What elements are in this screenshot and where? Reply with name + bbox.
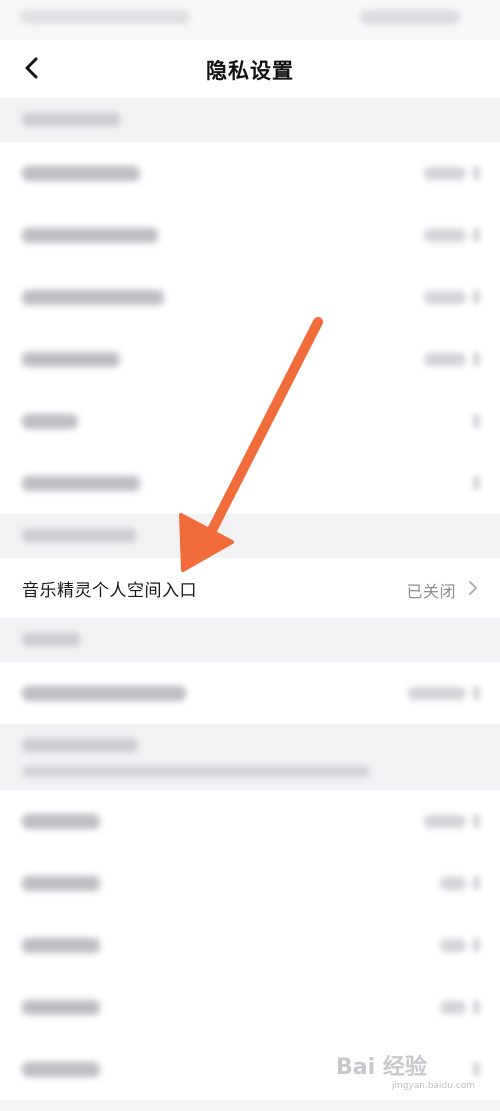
row-label-blurred (22, 352, 120, 367)
row-label-blurred (22, 228, 158, 243)
settings-list: 音乐精灵个人空间入口 已关闭 (0, 98, 500, 1100)
section-header-blurred (0, 618, 500, 662)
row-value-blurred (440, 877, 466, 890)
chevron-right-icon (473, 1000, 480, 1014)
row-label-blurred (22, 290, 164, 305)
chevron-right-icon (473, 352, 480, 366)
row-label-blurred (22, 686, 186, 701)
nav-header: 隐私设置 (0, 40, 500, 98)
section-title-blurred (22, 633, 80, 646)
row-value-blurred (424, 229, 466, 242)
baidu-jingyan-watermark: Bai 经验 jingyan.baidu.com (336, 1047, 476, 1099)
row-value-blurred (408, 687, 466, 700)
status-carrier-blurred (20, 10, 190, 24)
section-title-blurred (22, 529, 136, 542)
row-value-blurred (424, 815, 466, 828)
section-header-blurred (0, 514, 500, 558)
section-header-blurred (0, 724, 500, 790)
settings-row-blurred[interactable] (0, 204, 500, 266)
row-label-blurred (22, 414, 78, 429)
settings-row-blurred[interactable] (0, 790, 500, 852)
chevron-right-icon (473, 814, 480, 828)
row-value-blurred (440, 1001, 466, 1014)
chevron-right-icon (473, 876, 480, 890)
row-label-blurred (22, 938, 100, 953)
chevron-right-icon (473, 228, 480, 242)
status-bar (0, 0, 500, 40)
section-title-blurred (22, 739, 138, 752)
music-sprite-space-entry-label: 音乐精灵个人空间入口 (22, 581, 197, 601)
privacy-settings-page: 隐私设置 音乐精灵个人空间入口 已关闭 Bai 经验 jingyan.baidu… (0, 0, 500, 1111)
chevron-right-icon (473, 166, 480, 180)
chevron-right-icon (473, 414, 480, 428)
settings-row-blurred[interactable] (0, 852, 500, 914)
settings-row-blurred[interactable] (0, 142, 500, 204)
row-label-blurred (22, 1062, 100, 1077)
chevron-right-icon (473, 938, 480, 952)
chevron-right-icon (473, 290, 480, 304)
row-label-blurred (22, 476, 140, 491)
row-label-blurred (22, 166, 140, 181)
row-value-blurred (440, 939, 466, 952)
music-sprite-space-entry-row[interactable]: 音乐精灵个人空间入口 已关闭 (0, 558, 500, 618)
row-label-blurred (22, 876, 100, 891)
settings-row-blurred[interactable] (0, 662, 500, 724)
settings-row-blurred[interactable] (0, 914, 500, 976)
chevron-right-icon (473, 476, 480, 490)
section-title-blurred (22, 113, 120, 126)
row-label-blurred (22, 814, 100, 829)
settings-row-blurred[interactable] (0, 390, 500, 452)
music-sprite-space-entry-status: 已关闭 (406, 582, 456, 601)
section-description-blurred (22, 766, 370, 777)
status-battery-blurred (360, 10, 460, 24)
watermark-text: Bai 经验 (336, 1055, 427, 1080)
watermark-url: jingyan.baidu.com (392, 1081, 476, 1091)
page-title: 隐私设置 (206, 59, 294, 83)
section-header-blurred (0, 98, 500, 142)
settings-row-blurred[interactable] (0, 328, 500, 390)
chevron-right-icon (469, 581, 477, 595)
row-value-blurred (424, 291, 466, 304)
row-value-blurred (424, 167, 466, 180)
row-label-blurred (22, 1000, 100, 1015)
settings-row-blurred[interactable] (0, 976, 500, 1038)
settings-row-blurred[interactable] (0, 452, 500, 514)
chevron-right-icon (473, 686, 480, 700)
row-value-blurred (424, 353, 466, 366)
settings-row-blurred[interactable] (0, 266, 500, 328)
